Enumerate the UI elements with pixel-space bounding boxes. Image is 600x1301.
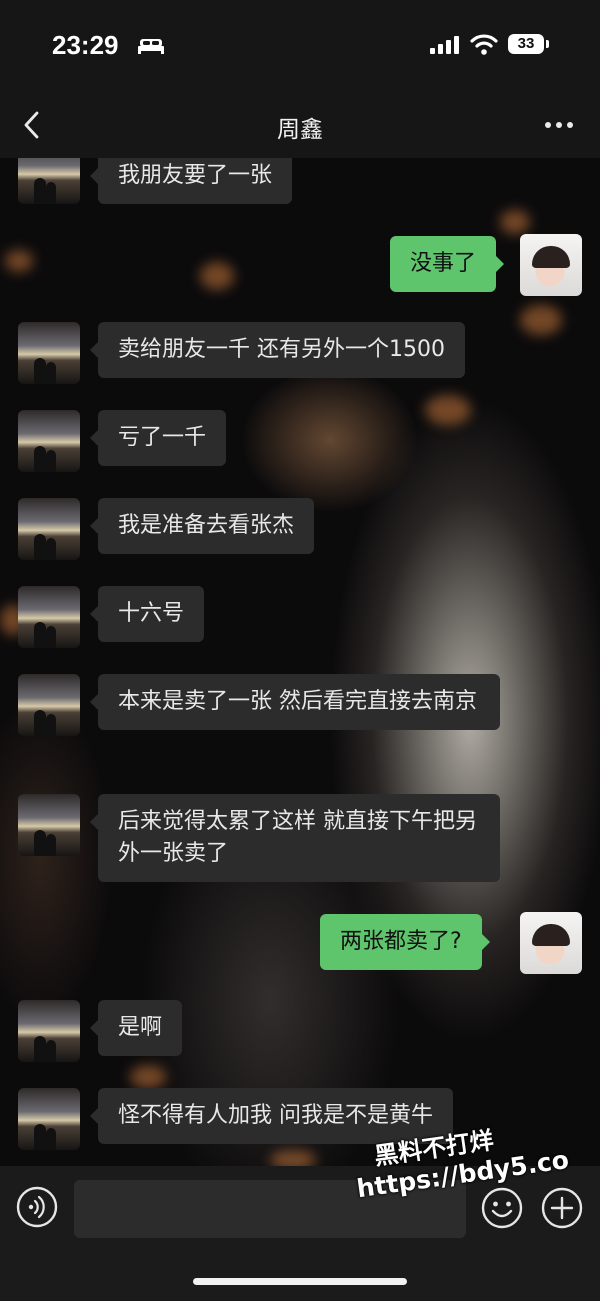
battery-indicator: 33: [508, 34, 544, 54]
battery-tip: [546, 40, 549, 48]
chat-title: 周鑫: [277, 117, 323, 143]
my-avatar[interactable]: [520, 912, 582, 974]
incoming-message[interactable]: 亏了一千: [89, 410, 227, 466]
contact-avatar[interactable]: [18, 1088, 80, 1150]
message-list[interactable]: 我朋友要了一张 没事了 卖给朋友一千 还有另外一个1500 亏了一千 我是准备去…: [0, 158, 600, 1166]
bed-icon: [138, 39, 164, 54]
outgoing-message[interactable]: 没事了: [390, 236, 505, 292]
emoji-icon[interactable]: [480, 1186, 524, 1230]
contact-avatar[interactable]: [18, 410, 80, 472]
status-time: 23:29: [52, 30, 119, 60]
more-icon[interactable]: [544, 114, 574, 136]
voice-icon[interactable]: [16, 1186, 58, 1228]
home-indicator: [193, 1278, 407, 1285]
signal-icon: [430, 36, 459, 54]
wifi-icon: [470, 34, 498, 55]
incoming-message[interactable]: 后来觉得太累了这样 就直接下午把另外一张卖了: [90, 794, 500, 882]
incoming-message[interactable]: 我是准备去看张杰: [89, 498, 315, 554]
incoming-message[interactable]: 我朋友要了一张: [89, 158, 293, 204]
plus-icon[interactable]: [540, 1186, 584, 1230]
status-bar: 23:29 33: [0, 0, 600, 92]
contact-avatar[interactable]: [18, 794, 80, 856]
incoming-message[interactable]: 卖给朋友一千 还有另外一个1500: [90, 322, 465, 378]
incoming-message[interactable]: 本来是卖了一张 然后看完直接去南京: [90, 674, 500, 730]
contact-avatar[interactable]: [18, 1000, 80, 1062]
contact-avatar[interactable]: [18, 674, 80, 736]
incoming-message[interactable]: 十六号: [89, 586, 205, 642]
contact-avatar[interactable]: [18, 322, 80, 384]
outgoing-message[interactable]: 两张都卖了?: [320, 914, 490, 970]
contact-avatar[interactable]: [18, 158, 80, 204]
contact-avatar[interactable]: [18, 498, 80, 560]
contact-avatar[interactable]: [18, 586, 80, 648]
incoming-message[interactable]: 是啊: [89, 1000, 183, 1056]
my-avatar[interactable]: [520, 234, 582, 296]
